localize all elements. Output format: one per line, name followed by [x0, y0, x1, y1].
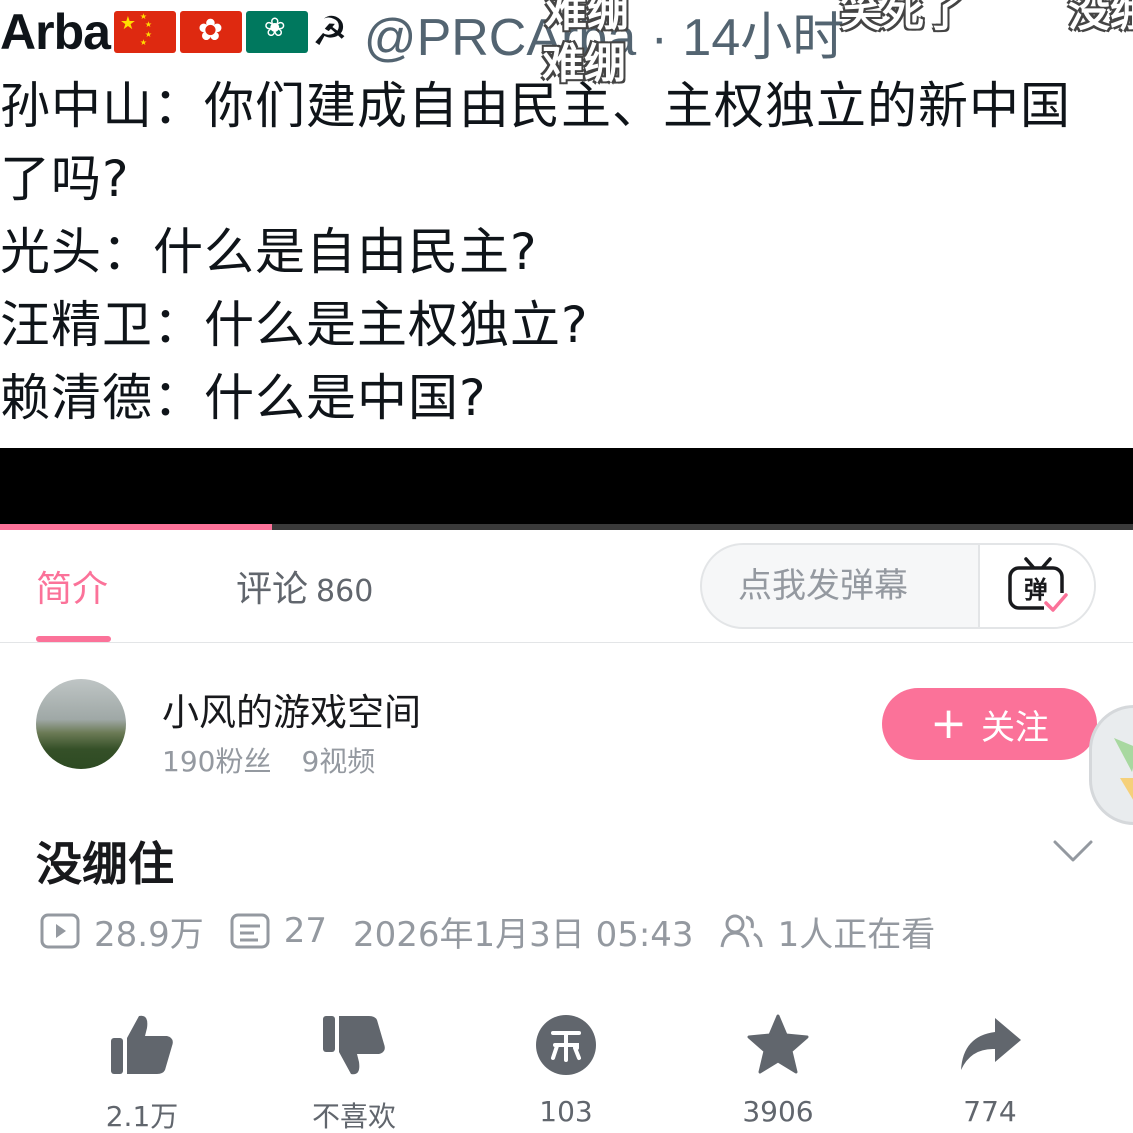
- video-meta: 28.9万 27 2026年1月3日 05:43 1人正在看: [40, 907, 961, 956]
- floating-widget-icon: [1114, 738, 1133, 800]
- share-icon: [961, 1018, 1021, 1070]
- coin-count: 103: [539, 1095, 593, 1128]
- danmaku-comment: 没绷: [1068, 0, 1133, 36]
- favorite-button[interactable]: 3906: [688, 1005, 868, 1128]
- like-count: 2.1万: [105, 1100, 179, 1133]
- tab-bar: 简介 评论860 弹: [0, 530, 1133, 643]
- like-button[interactable]: 2.1万: [52, 1005, 232, 1133]
- play-count-icon: [40, 913, 80, 949]
- plus-icon: +: [930, 698, 967, 749]
- tweet-line: 汪精卫：什么是主权独立?: [0, 296, 589, 354]
- share-button[interactable]: 774: [900, 1005, 1080, 1128]
- coin-button[interactable]: 103: [476, 1005, 656, 1128]
- danmaku-input[interactable]: [702, 545, 978, 627]
- thumbs-down-icon: [323, 1016, 385, 1075]
- viewers-icon: [720, 914, 763, 948]
- uploader-video-count: 9视频: [301, 745, 376, 778]
- uploader-name[interactable]: 小风的游戏空间: [162, 682, 421, 736]
- publish-date: 2026年1月3日 05:43: [352, 914, 694, 955]
- star-icon: [747, 1014, 809, 1074]
- view-count: 28.9万: [40, 907, 204, 956]
- danmaku-composer: 弹: [700, 543, 1096, 629]
- video-player[interactable]: Arba ★ ★ ★ ★ ★ ✿ ❀ ☭ @PRCArba · 14小时 孙中山…: [0, 0, 1133, 530]
- coin-icon: [536, 1015, 596, 1075]
- danmaku-toggle-button[interactable]: 弹: [978, 545, 1094, 627]
- tab-comments-label: 评论: [236, 569, 309, 610]
- uploader-fans: 190粉丝: [162, 745, 272, 778]
- watching-now-value: 1人正在看: [777, 914, 936, 955]
- danmaku-count-icon: [230, 913, 270, 949]
- danmaku-count: 27: [230, 911, 327, 951]
- tab-intro[interactable]: 简介: [36, 560, 108, 612]
- active-tab-indicator: [36, 636, 111, 642]
- dislike-label: 不喜欢: [311, 1100, 396, 1133]
- follow-button[interactable]: + 关注: [882, 688, 1097, 760]
- danmaku-icon: 弹: [1008, 557, 1068, 613]
- dislike-button[interactable]: 不喜欢: [264, 1005, 444, 1133]
- china-flag-icon: ★ ★ ★ ★ ★: [113, 11, 176, 53]
- danmaku-comment: 难绷: [542, 39, 627, 88]
- danmaku-comment: 笑死了: [840, 0, 967, 36]
- tweet-line: 光头：什么是自由民主?: [0, 223, 538, 281]
- tweet-line: 赖清德：什么是中国?: [0, 369, 487, 427]
- share-count: 774: [963, 1095, 1017, 1128]
- watching-now: 1人正在看: [720, 907, 936, 956]
- view-count-value: 28.9万: [94, 914, 204, 955]
- thumbs-up-icon: [111, 1015, 173, 1074]
- uploader-stats: 190粉丝 9视频: [162, 740, 375, 780]
- follow-label: 关注: [980, 707, 1049, 748]
- uploader-avatar[interactable]: [36, 679, 126, 769]
- tweet-text: 孙中山：你们建成自由民主、主权独立的新中国 了吗? 光头：什么是自由民主? 汪精…: [0, 70, 1133, 435]
- tab-intro-label: 简介: [36, 569, 109, 610]
- comments-count: 860: [316, 574, 374, 609]
- action-bar: 2.1万 不喜欢 103 3906 774: [0, 1005, 1133, 1133]
- tweet-header: Arba ★ ★ ★ ★ ★ ✿ ❀ ☭ @PRCArba · 14小时: [0, 2, 844, 67]
- favorite-count: 3906: [742, 1095, 814, 1128]
- macau-flag-icon: ❀: [245, 11, 308, 53]
- chevron-down-icon[interactable]: [1052, 836, 1094, 866]
- video-frame: Arba ★ ★ ★ ★ ★ ✿ ❀ ☭ @PRCArba · 14小时 孙中山…: [0, 0, 1133, 448]
- video-title: 没绷住: [36, 837, 174, 891]
- hammer-sickle-icon: ☭: [311, 9, 348, 55]
- tweet-author-name: Arba: [0, 4, 111, 60]
- tweet-line: 了吗?: [0, 150, 130, 208]
- danmaku-count-value: 27: [283, 911, 327, 951]
- tab-comments[interactable]: 评论 860: [236, 560, 373, 612]
- hong-kong-flag-icon: ✿: [179, 11, 242, 53]
